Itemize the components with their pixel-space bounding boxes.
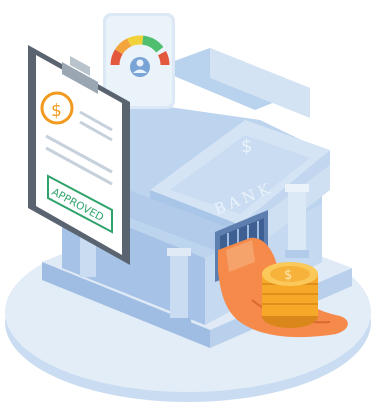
bank-loan-illustration: BANK $ $ APPROVED $ bbox=[0, 0, 376, 405]
clipboard-dollar-symbol: $ bbox=[51, 101, 62, 121]
coin-dollar-symbol: $ bbox=[284, 268, 292, 283]
coin-stack-icon: $ bbox=[262, 262, 318, 328]
illustration-canvas: BANK $ $ APPROVED $ bbox=[5, 13, 371, 402]
pediment-dollar-symbol: $ bbox=[241, 136, 252, 157]
